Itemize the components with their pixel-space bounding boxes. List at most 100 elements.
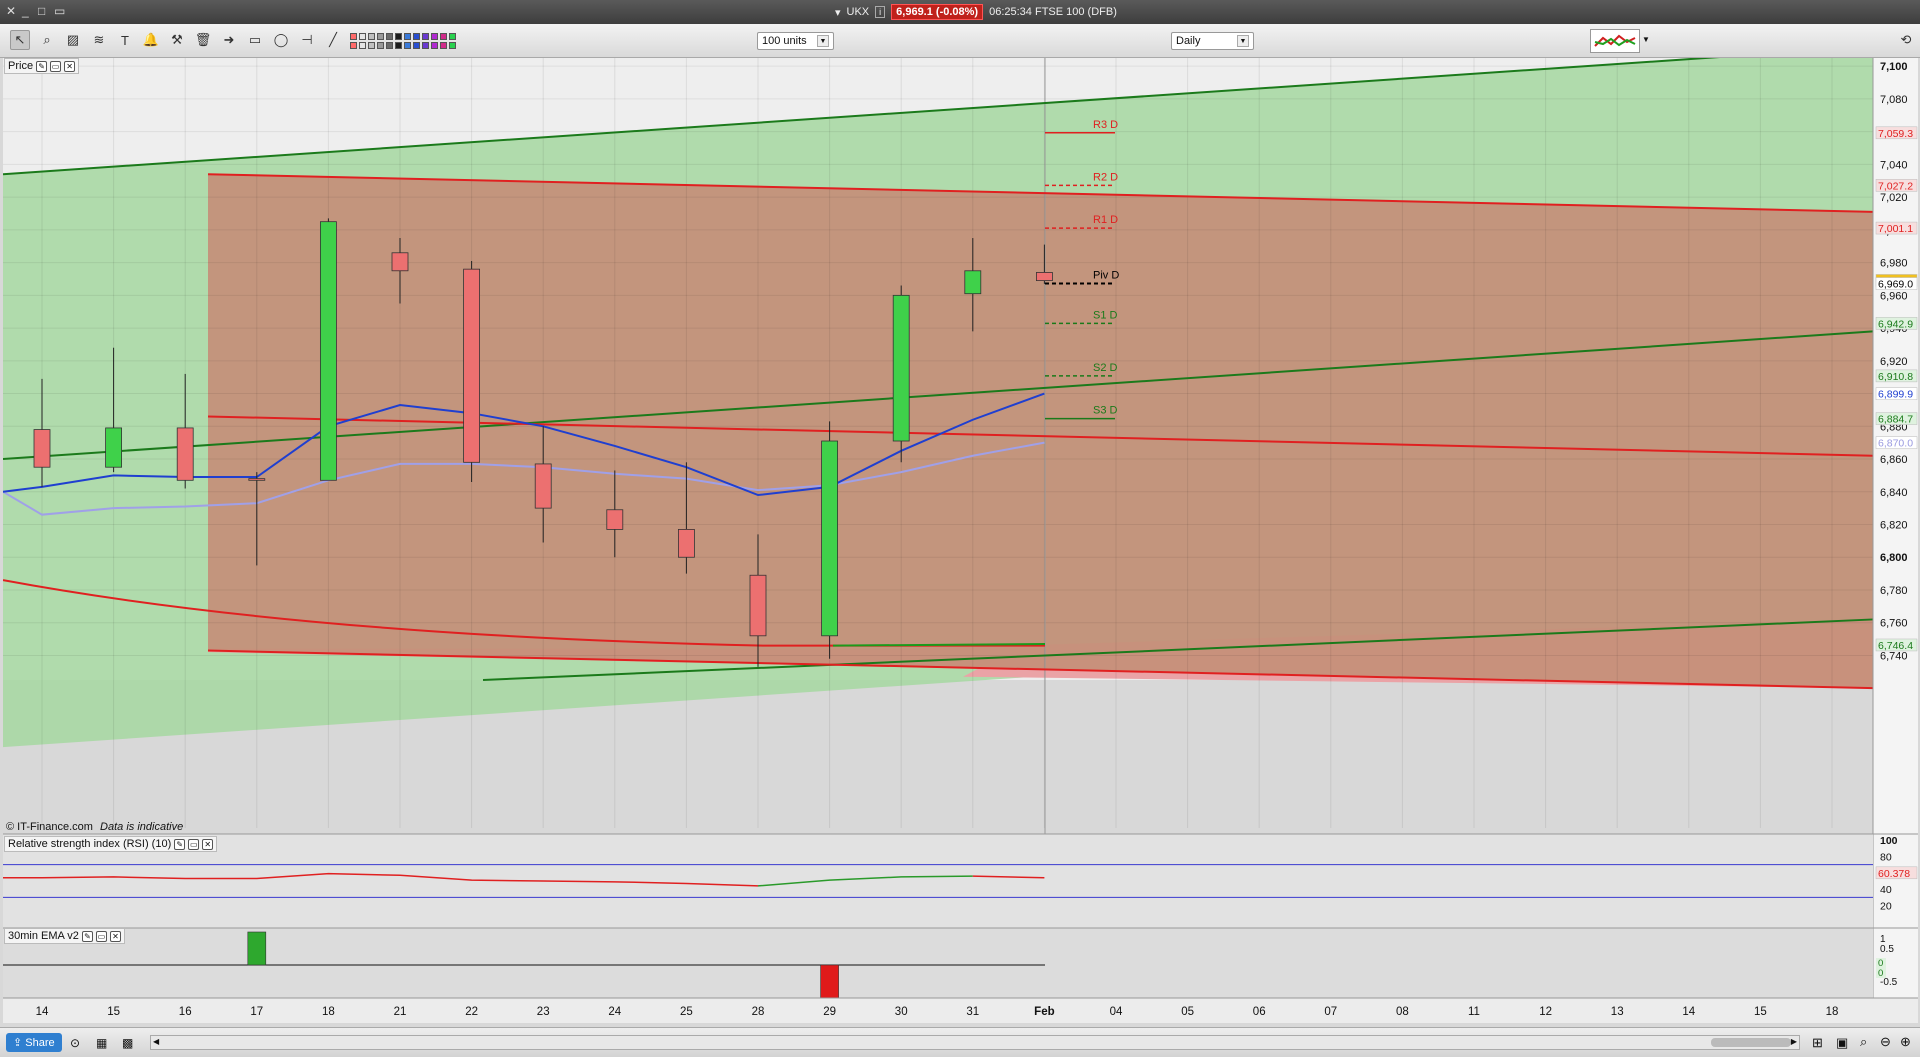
pointer-icon[interactable]: ↖ [10, 30, 30, 50]
price-marker-label: 6,746.4 [1878, 640, 1913, 652]
pivot-label: S3 D [1093, 405, 1118, 417]
wrench-icon[interactable]: ✎ [174, 838, 186, 850]
maximize-panel-icon[interactable]: ▭ [188, 838, 200, 850]
maximize-panel-icon[interactable]: ▭ [95, 930, 107, 942]
fibonacci-icon[interactable]: ≋ [89, 30, 109, 50]
rsi-value-label: 60.378 [1878, 868, 1910, 880]
x-tick-label: 30 [895, 1006, 908, 1018]
color-swatch[interactable] [368, 33, 375, 40]
zoom-out-icon[interactable]: ⊖ [1880, 1034, 1891, 1050]
color-swatch[interactable] [440, 42, 447, 49]
color-swatch[interactable] [359, 33, 366, 40]
color-swatch[interactable] [377, 33, 384, 40]
chart-style-icon[interactable]: ▨ [63, 30, 83, 50]
color-swatch[interactable] [386, 42, 393, 49]
x-tick-label: 22 [465, 1006, 478, 1018]
price-panel-tag: Price ✎ ▭ ✕ [4, 58, 80, 74]
maximize-window-icon[interactable]: □ [38, 4, 45, 18]
trend-line-icon[interactable]: ╱ [323, 30, 343, 50]
close-window-icon[interactable]: ✕ [6, 4, 16, 18]
close-panel-icon[interactable]: ✕ [109, 930, 121, 942]
price-tick-label: 7,020 [1880, 192, 1908, 204]
horizontal-line-icon[interactable]: ⊣ [297, 30, 317, 50]
chart-type-button[interactable] [1590, 29, 1640, 53]
share-button[interactable]: ⇪ Share [6, 1033, 62, 1052]
maximize-panel-icon[interactable]: ▭ [50, 60, 62, 72]
color-swatch[interactable] [431, 33, 438, 40]
timeframe-select-value: Daily [1176, 35, 1201, 47]
scrollbar-thumb[interactable] [1711, 1038, 1791, 1047]
color-swatch[interactable] [449, 42, 456, 49]
color-swatch[interactable] [404, 33, 411, 40]
alert-icon[interactable]: 🔔 [141, 30, 161, 50]
x-tick-label: 29 [823, 1006, 836, 1018]
color-swatch[interactable] [368, 42, 375, 49]
color-swatch[interactable] [359, 42, 366, 49]
color-swatch[interactable] [395, 42, 402, 49]
share-label: Share [25, 1037, 55, 1049]
minimize-window-icon[interactable]: _ [22, 4, 29, 18]
ellipse-icon[interactable]: ◯ [271, 30, 291, 50]
wrench-icon[interactable]: ✎ [81, 930, 93, 942]
trade-icon[interactable]: ⟲ [1896, 30, 1916, 50]
rectangle-icon[interactable]: ▭ [245, 30, 265, 50]
wrench-icon[interactable]: ✎ [36, 60, 48, 72]
close-panel-icon[interactable]: ✕ [202, 838, 214, 850]
forward-icon[interactable]: ➜ [219, 30, 239, 50]
pivot-label: Piv D [1093, 270, 1119, 282]
color-swatch[interactable] [350, 33, 357, 40]
grid-icon[interactable]: ▩ [122, 1036, 133, 1050]
color-swatch[interactable] [377, 42, 384, 49]
color-swatch[interactable] [422, 33, 429, 40]
units-select[interactable]: 100 units ▼ [757, 32, 834, 50]
screen-icon[interactable]: ▣ [1836, 1035, 1848, 1051]
color-swatch[interactable] [413, 42, 420, 49]
color-swatch[interactable] [413, 33, 420, 40]
chevron-down-icon[interactable]: ▼ [1642, 35, 1650, 44]
color-swatch[interactable] [395, 33, 402, 40]
timeframe-select[interactable]: Daily ▼ [1171, 32, 1254, 50]
price-tick-label: 6,980 [1880, 258, 1908, 270]
scroll-right-icon[interactable]: ▶ [1791, 1037, 1797, 1046]
x-tick-label: 18 [1826, 1006, 1839, 1018]
chart-area[interactable]: R3 D R2 D R1 D Piv D S1 D S2 D S3 D 7,100 7,080 7… [2, 45, 1918, 1028]
color-swatch[interactable] [386, 33, 393, 40]
ema-value-label: 0 [1878, 968, 1883, 979]
x-axis-bg [3, 998, 1918, 1023]
info-icon[interactable]: i [875, 6, 886, 18]
color-swatch[interactable] [449, 33, 456, 40]
instrument-menu-icon[interactable]: ▾ [835, 6, 841, 19]
price-tick-label: 7,100 [1880, 61, 1908, 73]
x-tick-label: 15 [1754, 1006, 1767, 1018]
x-tick-label: 05 [1181, 1006, 1194, 1018]
color-swatch[interactable] [422, 42, 429, 49]
pivot-label: R3 D [1093, 119, 1118, 131]
table-icon[interactable]: ▦ [96, 1036, 107, 1050]
x-tick-label: 14 [36, 1006, 49, 1018]
symbol-label[interactable]: UKX [847, 6, 870, 18]
bullish-candle [821, 440, 838, 637]
zoom-fit-icon[interactable]: ⌕ [1860, 1034, 1867, 1050]
chart-canvas[interactable]: R3 D R2 D R1 D Piv D S1 D S2 D S3 D 7,100 7,080 7… [2, 45, 1918, 1028]
color-swatch[interactable] [440, 33, 447, 40]
scroll-icon[interactable]: ⊙ [70, 1036, 80, 1050]
text-tool-icon[interactable]: T [115, 30, 135, 50]
zoom-in-icon[interactable]: ⊕ [1900, 1034, 1911, 1050]
color-swatch[interactable] [431, 42, 438, 49]
drawing-settings-icon[interactable]: ⚒ [167, 30, 187, 50]
chevron-down-icon: ▼ [817, 35, 829, 47]
trash-icon[interactable]: 🗑 [193, 30, 213, 50]
restore-window-icon[interactable]: ▭ [54, 4, 65, 18]
scroll-left-icon[interactable]: ◀ [153, 1037, 159, 1046]
price-marker-label: 7,059.3 [1878, 128, 1913, 140]
color-swatch[interactable] [404, 42, 411, 49]
close-panel-icon[interactable]: ✕ [64, 60, 76, 72]
color-swatch[interactable] [350, 42, 357, 49]
bullish-candle [964, 270, 982, 295]
share-icon: ⇪ [13, 1037, 23, 1049]
horizontal-scrollbar[interactable]: ◀ ▶ [150, 1035, 1800, 1050]
zoom-icon[interactable]: ⌕ [37, 30, 57, 50]
bearish-candle [391, 252, 409, 272]
bearish-candle [33, 429, 51, 468]
chart-list-icon[interactable]: ⊞ [1812, 1035, 1823, 1051]
